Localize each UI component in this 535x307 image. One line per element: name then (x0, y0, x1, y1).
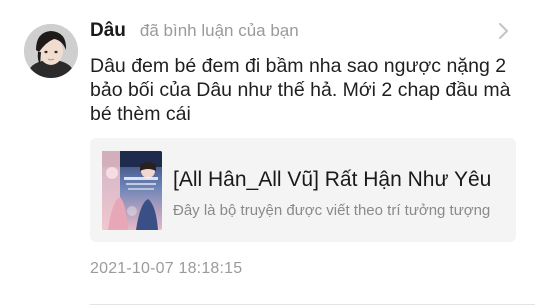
notification-header: Dâu đã bình luận của bạn (90, 20, 299, 46)
comment-notification[interactable]: Dâu đã bình luận của bạn Dâu đem bé đem … (0, 0, 535, 307)
user-avatar[interactable] (24, 24, 78, 78)
story-description: Đây là bộ truyện được viết theo trí tưởn… (173, 202, 491, 219)
divider (90, 304, 535, 305)
story-cover-image (102, 151, 162, 230)
comment-text: Dâu đem bé đem đi bầm nha sao ngược nặng… (90, 55, 511, 125)
story-card[interactable]: [All Hân_All Vũ] Rất Hận Như Yêu Đây là … (90, 138, 516, 242)
chevron-right-icon[interactable] (497, 21, 511, 41)
action-text: đã bình luận của bạn (139, 21, 299, 40)
timestamp: 2021-10-07 18:18:15 (90, 260, 243, 277)
avatar-image (24, 24, 78, 78)
story-title: [All Hân_All Vũ] Rất Hận Như Yêu (173, 168, 492, 191)
username[interactable]: Dâu (90, 20, 126, 42)
